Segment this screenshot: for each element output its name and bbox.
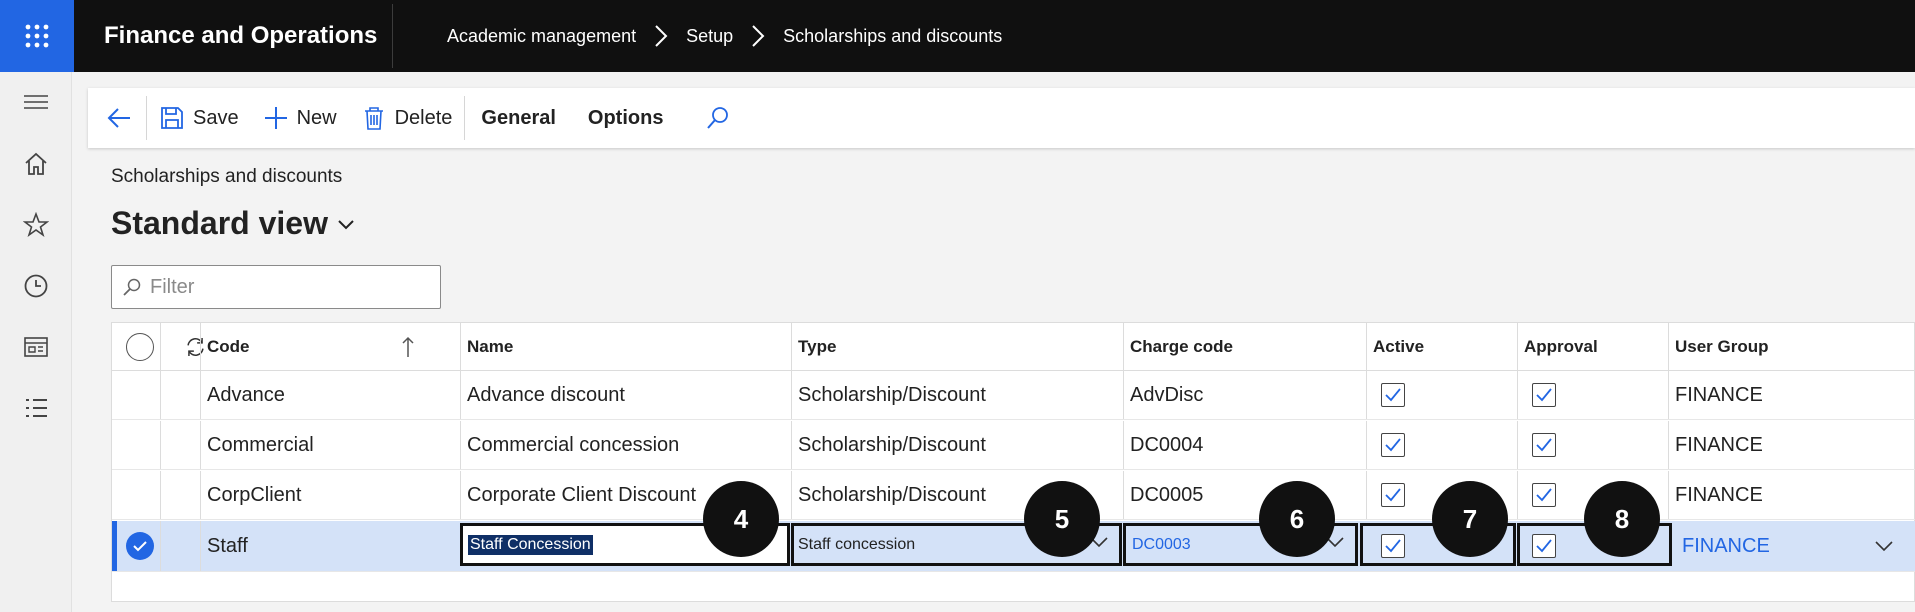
type-select-value: Staff concession <box>798 535 916 553</box>
cell-type[interactable]: Scholarship/Discount <box>791 421 986 469</box>
trash-icon <box>364 107 383 130</box>
grid-header: Code Name Type Charge code Active Approv… <box>112 323 1915 371</box>
column-header-charge-code[interactable]: Charge code <box>1123 323 1363 370</box>
data-grid: Code Name Type Charge code Active Approv… <box>111 322 1915 602</box>
check-icon <box>1385 539 1401 553</box>
row-selected-radio[interactable] <box>126 521 154 571</box>
chevron-right-icon <box>654 25 668 47</box>
top-divider <box>392 4 393 68</box>
cell-charge-code[interactable]: DC0005 <box>1123 471 1203 519</box>
step-badge-6: 6 <box>1259 481 1335 557</box>
cell-name[interactable]: Commercial concession <box>460 421 679 469</box>
breadcrumb-scholarships-and-discounts[interactable]: Scholarships and discounts <box>783 26 1002 47</box>
top-bar: Finance and Operations Academic manageme… <box>0 0 1915 72</box>
step-badge-5: 5 <box>1024 481 1100 557</box>
left-navigation <box>0 72 72 612</box>
approval-checkbox[interactable] <box>1525 371 1556 419</box>
breadcrumb-setup[interactable]: Setup <box>686 26 733 47</box>
column-header-user-group[interactable]: User Group <box>1668 323 1908 370</box>
save-label: Save <box>193 106 239 129</box>
waffle-icon <box>25 24 49 48</box>
star-icon[interactable] <box>22 211 50 239</box>
check-icon <box>1385 488 1401 502</box>
workspace-icon[interactable] <box>22 333 50 361</box>
check-icon <box>1385 438 1401 452</box>
cell-name[interactable]: Advance discount <box>460 371 625 419</box>
page-caption: Scholarships and discounts <box>111 166 343 187</box>
check-icon <box>1536 438 1552 452</box>
filter-box[interactable] <box>111 265 441 309</box>
view-name: Standard view <box>111 205 328 241</box>
approval-checkbox[interactable] <box>1525 521 1556 571</box>
active-checkbox[interactable] <box>1374 471 1405 519</box>
table-row[interactable]: Commercial Commercial concession Scholar… <box>112 421 1915 470</box>
check-icon <box>1536 539 1552 553</box>
approval-checkbox[interactable] <box>1525 421 1556 469</box>
column-header-approval[interactable]: Approval <box>1517 323 1667 370</box>
view-selector[interactable]: Standard view <box>111 205 356 242</box>
arrow-left-icon <box>107 108 130 128</box>
clock-icon[interactable] <box>22 272 50 300</box>
cell-code[interactable]: CorpClient <box>200 471 301 519</box>
column-header-type[interactable]: Type <box>791 323 1122 370</box>
save-button[interactable]: Save <box>147 88 251 148</box>
active-checkbox[interactable] <box>1374 371 1405 419</box>
cell-type[interactable]: Scholarship/Discount <box>791 371 986 419</box>
chevron-down-icon[interactable] <box>1874 521 1894 571</box>
tab-general[interactable]: General <box>465 107 571 130</box>
breadcrumb-academic-management[interactable]: Academic management <box>447 26 636 47</box>
plus-icon <box>264 107 287 129</box>
filter-input[interactable] <box>150 275 430 299</box>
check-icon <box>1536 388 1552 402</box>
app-launcher-button[interactable] <box>0 0 74 72</box>
cell-user-group[interactable]: FINANCE <box>1668 371 1763 419</box>
search-button[interactable] <box>679 88 751 148</box>
step-badge-8: 8 <box>1584 481 1660 557</box>
save-icon <box>161 107 183 129</box>
step-badge-4: 4 <box>703 481 779 557</box>
sort-ascending-icon <box>402 336 414 357</box>
breadcrumb: Academic management Setup Scholarships a… <box>447 25 1002 47</box>
cell-charge-code[interactable]: DC0004 <box>1123 421 1203 469</box>
cell-type[interactable]: Scholarship/Discount <box>791 471 986 519</box>
column-header-code[interactable]: Code <box>200 323 430 370</box>
cell-user-group[interactable]: FINANCE <box>1668 421 1763 469</box>
active-checkbox[interactable] <box>1374 521 1405 571</box>
hamburger-icon[interactable] <box>22 88 50 116</box>
step-badge-7: 7 <box>1432 481 1508 557</box>
delete-button[interactable]: Delete <box>349 88 465 148</box>
list-icon[interactable] <box>22 394 50 422</box>
action-pane: Save New Delete General Options <box>88 88 1915 148</box>
search-icon <box>707 107 729 129</box>
new-label: New <box>296 106 337 129</box>
new-button[interactable]: New <box>251 88 349 148</box>
column-header-active[interactable]: Active <box>1366 323 1516 370</box>
tab-options[interactable]: Options <box>572 107 680 130</box>
delete-label: Delete <box>394 106 453 129</box>
cell-user-group[interactable]: FINANCE <box>1668 471 1763 519</box>
table-row[interactable]: Advance Advance discount Scholarship/Dis… <box>112 371 1915 420</box>
chevron-right-icon <box>751 25 765 47</box>
check-icon <box>133 541 147 552</box>
chevron-down-icon <box>338 219 354 229</box>
column-header-name[interactable]: Name <box>460 323 790 370</box>
search-icon <box>123 278 141 296</box>
charge-code-value: DC0003 <box>1132 535 1191 553</box>
selection-indicator <box>112 521 117 571</box>
active-checkbox[interactable] <box>1374 421 1405 469</box>
check-icon <box>1536 488 1552 502</box>
approval-checkbox[interactable] <box>1525 471 1556 519</box>
select-all-radio[interactable] <box>120 323 160 370</box>
back-button[interactable] <box>88 88 146 148</box>
app-title: Finance and Operations <box>104 22 378 49</box>
cell-charge-code[interactable]: AdvDisc <box>1123 371 1203 419</box>
cell-code[interactable]: Advance <box>200 371 285 419</box>
home-icon[interactable] <box>22 150 50 178</box>
cell-code[interactable]: Staff <box>200 521 248 571</box>
check-icon <box>1385 388 1401 402</box>
name-input-text: Staff Concession <box>468 534 593 555</box>
cell-code[interactable]: Commercial <box>200 421 314 469</box>
cell-name[interactable]: Corporate Client Discount <box>460 471 696 519</box>
